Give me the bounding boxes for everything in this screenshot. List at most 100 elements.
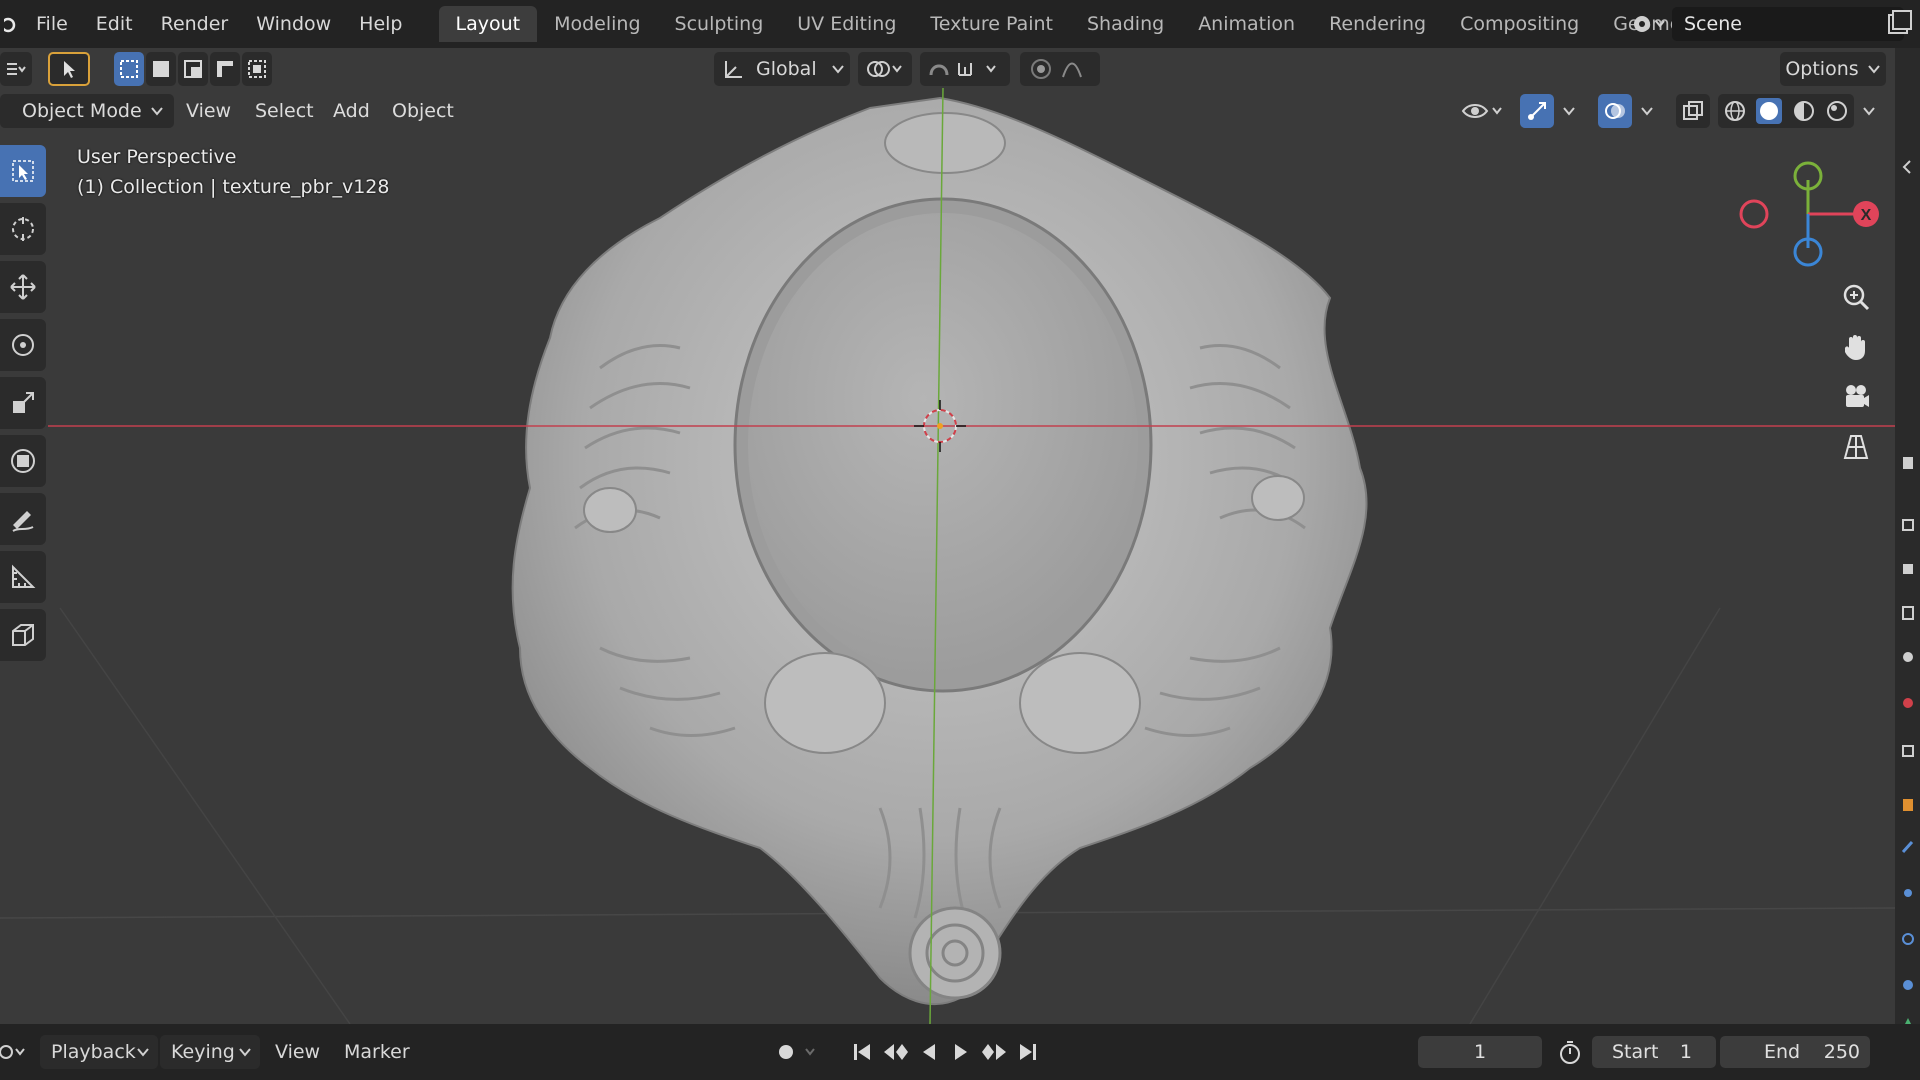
output-properties-icon[interactable] [1900, 560, 1916, 578]
select-subtract-mode-icon[interactable] [178, 52, 208, 86]
solid-shading-icon[interactable] [1756, 98, 1783, 124]
current-frame-field[interactable]: 1 [1418, 1036, 1542, 1068]
pivot-point-dropdown[interactable] [858, 52, 912, 86]
play-icon[interactable] [949, 1040, 973, 1064]
menu-add[interactable]: Add [323, 94, 380, 128]
jump-to-end-icon[interactable] [1016, 1040, 1040, 1064]
tab-rendering[interactable]: Rendering [1312, 6, 1443, 42]
select-invert-mode-icon[interactable] [210, 52, 240, 86]
gizmo-toggle-icon[interactable] [1520, 94, 1554, 128]
navigation-controls [1830, 274, 1882, 474]
scene-properties-icon[interactable] [1900, 648, 1916, 666]
wireframe-shading-icon[interactable] [1723, 99, 1747, 123]
select-tool-icon[interactable] [48, 52, 90, 86]
playback-label: Playback [51, 1041, 136, 1063]
stopwatch-icon[interactable] [1556, 1035, 1586, 1069]
world-properties-icon[interactable] [1900, 694, 1916, 712]
select-intersect-mode-icon[interactable] [242, 52, 272, 86]
options-dropdown[interactable]: Options [1780, 52, 1886, 86]
camera-view-icon[interactable] [1830, 374, 1882, 420]
menu-help[interactable]: Help [345, 0, 416, 48]
editor-type-icon[interactable] [0, 52, 32, 86]
rendered-shading-icon[interactable] [1825, 99, 1849, 123]
ornate-frame-model[interactable] [511, 96, 1368, 1006]
timeline-header: Playback Keying View Marker 1 Start 1 En… [0, 1024, 1920, 1080]
blender-logo-icon[interactable] [0, 0, 22, 48]
menu-render[interactable]: Render [147, 0, 243, 48]
zoom-icon[interactable] [1830, 274, 1882, 320]
playback-dropdown[interactable]: Playback [40, 1035, 158, 1069]
shading-options-dropdown[interactable] [1856, 94, 1882, 128]
new-scene-icon[interactable] [1884, 8, 1914, 38]
timeline-editor-type-icon[interactable] [0, 1035, 30, 1069]
constraint-properties-icon[interactable] [1900, 976, 1916, 994]
scene-browse-icon[interactable] [1628, 6, 1672, 42]
tab-sculpting[interactable]: Sculpting [658, 6, 781, 42]
select-box-tool-icon[interactable] [0, 145, 46, 197]
jump-to-keyframe-back-icon[interactable] [882, 1040, 910, 1064]
jump-to-start-icon[interactable] [850, 1040, 874, 1064]
menu-file[interactable]: File [22, 0, 82, 48]
collapse-arrow-icon[interactable] [1900, 158, 1916, 176]
cursor-tool-icon[interactable] [0, 203, 46, 255]
timeline-menu-view[interactable]: View [275, 1035, 320, 1069]
navigation-gizmo[interactable]: X [1739, 161, 1879, 267]
chevron-down-icon [239, 1048, 251, 1057]
chevron-down-icon [1867, 65, 1880, 74]
tab-shading[interactable]: Shading [1070, 6, 1181, 42]
menu-edit[interactable]: Edit [82, 0, 147, 48]
start-frame-field[interactable]: Start 1 [1592, 1036, 1716, 1068]
3d-viewport[interactable]: X Global Options Object Mode View Select… [0, 48, 1895, 1024]
end-frame-label: End [1764, 1041, 1801, 1063]
orientation-label: Global [756, 58, 817, 80]
proportional-editing-toggle[interactable] [1020, 52, 1100, 86]
rotate-tool-icon[interactable] [0, 319, 46, 371]
physics-properties-icon[interactable] [1900, 930, 1916, 948]
annotate-tool-icon[interactable] [0, 493, 46, 545]
auto-keying-toggle[interactable] [770, 1035, 826, 1069]
scene-name-field[interactable]: Scene [1672, 7, 1904, 41]
transform-tool-icon[interactable] [0, 435, 46, 487]
keying-dropdown[interactable]: Keying [160, 1035, 260, 1069]
end-frame-field[interactable]: End 250 [1720, 1036, 1870, 1068]
timeline-menu-marker[interactable]: Marker [344, 1035, 410, 1069]
gizmo-neg-x-axis[interactable] [1739, 199, 1769, 229]
measure-tool-icon[interactable] [0, 551, 46, 603]
play-reverse-icon[interactable] [917, 1040, 941, 1064]
select-extend-mode-icon[interactable] [146, 52, 176, 86]
tool-properties-icon[interactable] [1900, 454, 1916, 472]
scale-tool-icon[interactable] [0, 377, 46, 429]
left-toolbar [0, 145, 48, 667]
overlays-dropdown[interactable] [1634, 94, 1660, 128]
material-preview-shading-icon[interactable] [1792, 99, 1816, 123]
overlays-toggle-icon[interactable] [1598, 94, 1632, 128]
tab-animation[interactable]: Animation [1181, 6, 1312, 42]
menu-select[interactable]: Select [245, 94, 324, 128]
select-new-mode-icon[interactable] [114, 52, 144, 86]
object-mode-dropdown[interactable]: Object Mode [0, 94, 174, 128]
menu-object[interactable]: Object [382, 94, 464, 128]
tab-modeling[interactable]: Modeling [537, 6, 657, 42]
pan-hand-icon[interactable] [1830, 324, 1882, 370]
snapping-dropdown[interactable] [920, 52, 1010, 86]
tab-texture-paint[interactable]: Texture Paint [913, 6, 1070, 42]
visibility-dropdown[interactable] [1456, 94, 1510, 128]
modifier-properties-icon[interactable] [1900, 838, 1916, 856]
xray-toggle-icon[interactable] [1676, 94, 1710, 128]
tab-layout[interactable]: Layout [438, 6, 538, 42]
particle-properties-icon[interactable] [1900, 884, 1916, 902]
menu-window[interactable]: Window [242, 0, 345, 48]
move-tool-icon[interactable] [0, 261, 46, 313]
view-layer-properties-icon[interactable] [1900, 604, 1916, 622]
menu-view[interactable]: View [176, 94, 241, 128]
collection-properties-icon[interactable] [1900, 742, 1916, 760]
jump-to-keyframe-forward-icon[interactable] [980, 1040, 1008, 1064]
render-properties-icon[interactable] [1900, 516, 1916, 534]
object-properties-icon[interactable] [1900, 796, 1916, 814]
perspective-ortho-toggle-icon[interactable] [1830, 424, 1882, 470]
gizmo-dropdown[interactable] [1556, 94, 1582, 128]
add-cube-tool-icon[interactable] [0, 609, 46, 661]
transform-orientation-dropdown[interactable]: Global [714, 52, 850, 86]
tab-compositing[interactable]: Compositing [1443, 6, 1596, 42]
tab-uv-editing[interactable]: UV Editing [780, 6, 913, 42]
